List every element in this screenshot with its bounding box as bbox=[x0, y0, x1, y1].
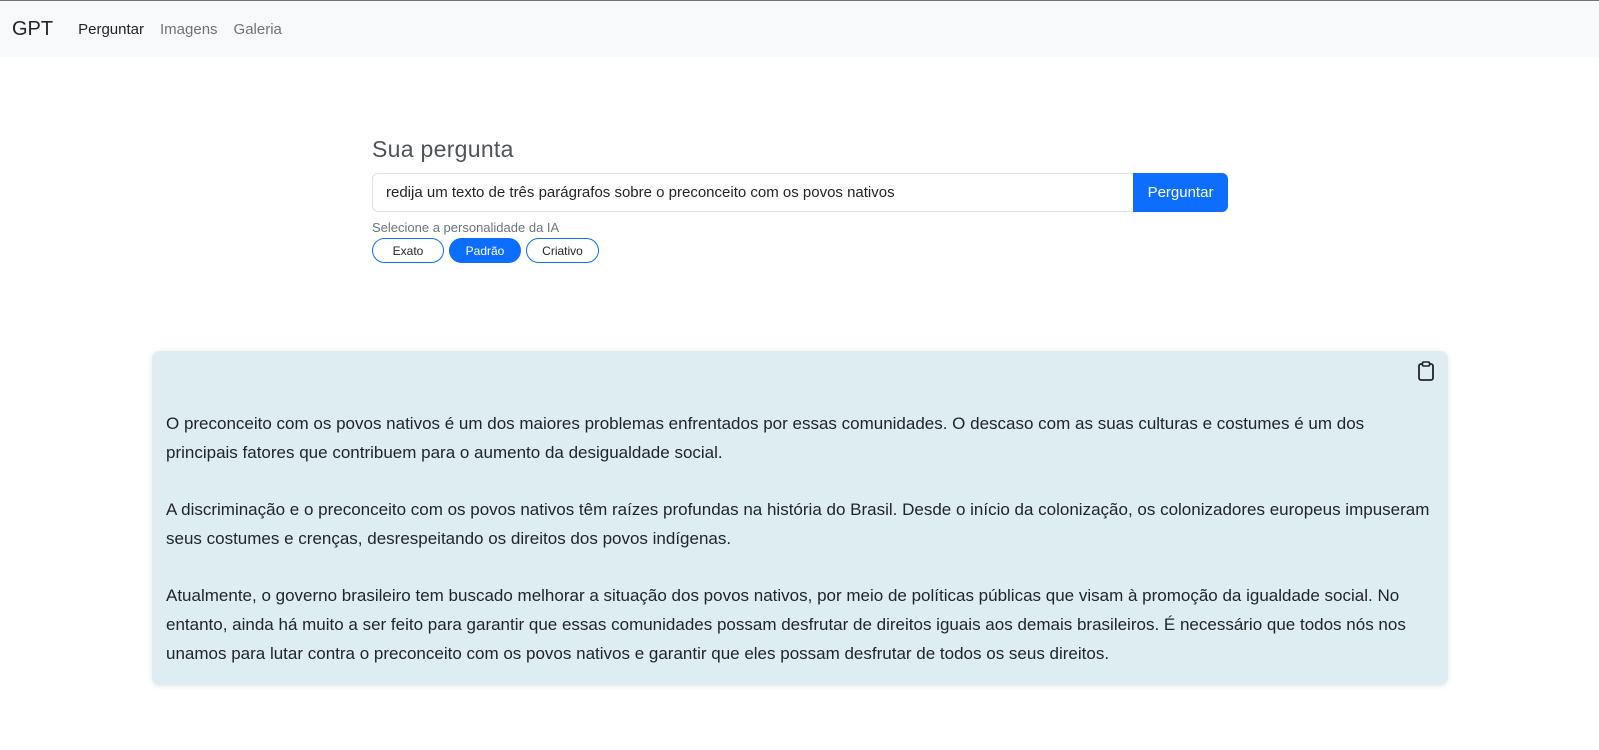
clipboard-icon bbox=[1418, 361, 1434, 381]
nav-link-imagens[interactable]: Imagens bbox=[160, 21, 218, 38]
ask-button[interactable]: Perguntar bbox=[1133, 173, 1228, 212]
personality-exato-button[interactable]: Exato bbox=[372, 238, 444, 263]
answer-paragraph: Atualmente, o governo brasileiro tem bus… bbox=[166, 586, 1406, 663]
nav-link-galeria[interactable]: Galeria bbox=[234, 21, 282, 38]
personality-label: Selecione a personalidade da IA bbox=[372, 220, 560, 235]
answer-paragraph: O preconceito com os povos nativos é um … bbox=[166, 414, 1365, 462]
copy-button[interactable] bbox=[1416, 360, 1436, 382]
top-navbar: GPT Perguntar Imagens Galeria bbox=[0, 0, 1599, 57]
answer-card: O preconceito com os povos nativos é um … bbox=[152, 351, 1448, 685]
question-input-group: Perguntar bbox=[372, 173, 1228, 212]
answer-paragraph: A discriminação e o preconceito com os p… bbox=[166, 500, 1430, 548]
personality-criativo-button[interactable]: Criativo bbox=[526, 238, 599, 263]
question-input[interactable] bbox=[372, 173, 1133, 212]
question-form: Sua pergunta Perguntar Selecione a perso… bbox=[372, 132, 1228, 263]
brand-link[interactable]: GPT bbox=[12, 18, 53, 41]
question-title: Sua pergunta bbox=[372, 136, 514, 162]
nav-link-perguntar[interactable]: Perguntar bbox=[78, 21, 144, 38]
personality-options: Exato Padrão Criativo bbox=[372, 238, 1228, 263]
personality-padrao-button[interactable]: Padrão bbox=[449, 238, 521, 263]
